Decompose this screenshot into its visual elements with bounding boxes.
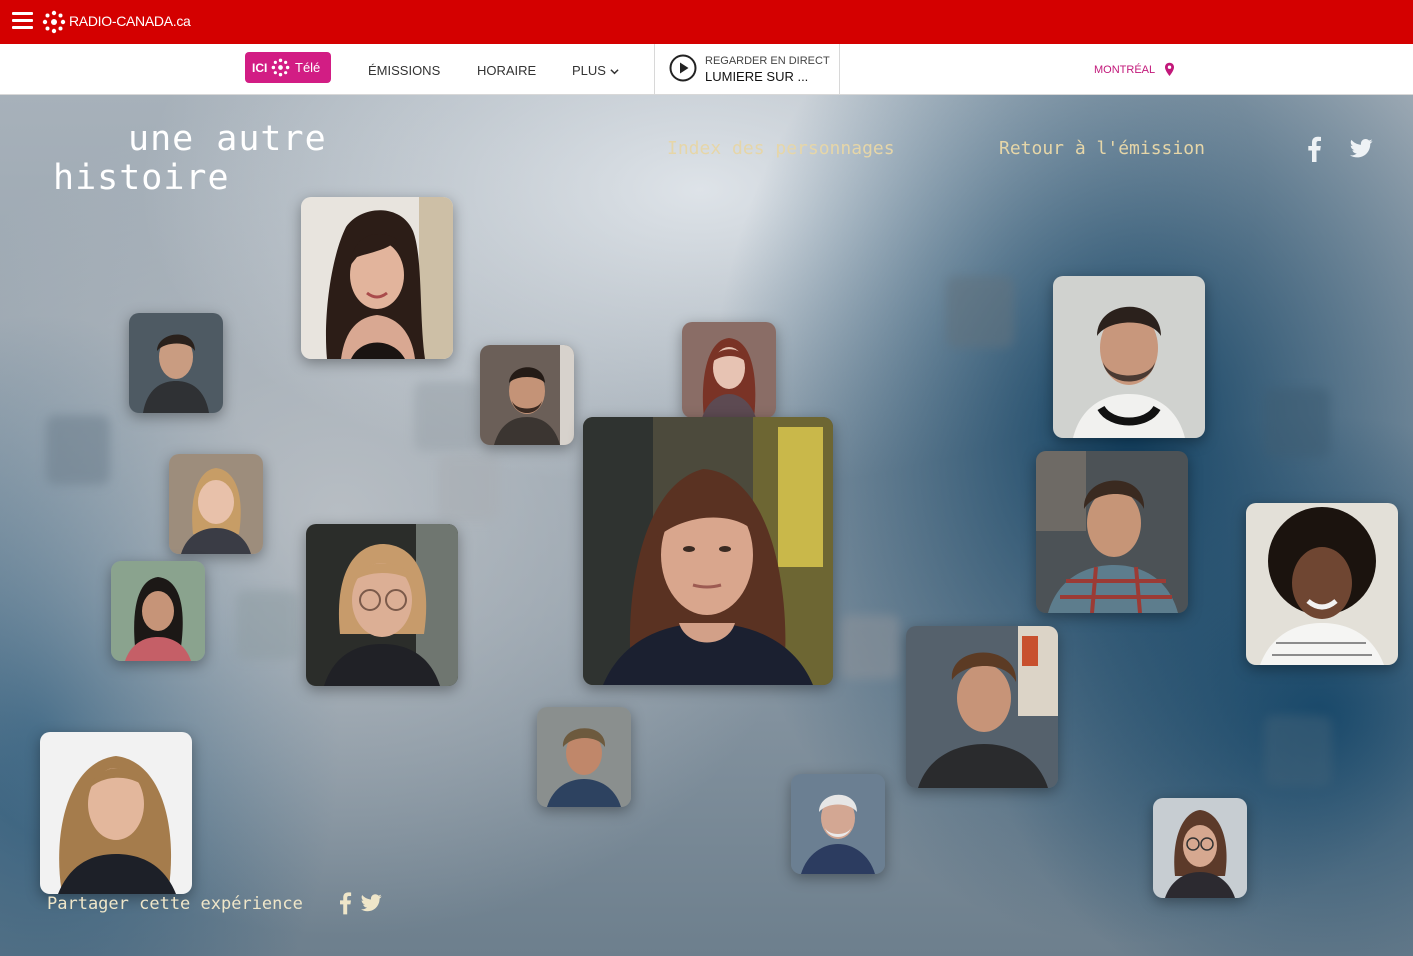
hamburger-menu-icon[interactable]: [12, 12, 33, 30]
character-portrait-woman-center-featured[interactable]: [583, 417, 833, 685]
portrait-image: [682, 322, 776, 418]
portrait-image: [1153, 798, 1247, 898]
facebook-icon[interactable]: [338, 891, 352, 915]
live-label: REGARDER EN DIRECT: [705, 55, 830, 67]
portrait-image: [906, 626, 1058, 788]
site-name[interactable]: RADIO-CANADA.ca: [69, 13, 191, 29]
ghost-tile: [236, 590, 298, 660]
live-show-name: LUMIERE SUR ...: [705, 69, 809, 84]
hero-stage: une autre histoire Index des personnages…: [0, 95, 1413, 956]
ghost-tile: [1264, 715, 1332, 787]
location-pin-icon[interactable]: [1164, 62, 1175, 77]
city-selector[interactable]: MONTRÉAL: [1094, 64, 1155, 76]
show-title-line1: une autre: [128, 119, 327, 159]
portrait-image: [583, 417, 833, 685]
character-portrait-man-messy-hair[interactable]: [906, 626, 1058, 788]
share-experience-label: Partager cette expérience: [47, 894, 303, 914]
ici-tele-logo[interactable]: ICI Télé: [245, 52, 331, 83]
character-portrait-woman-blonde-long[interactable]: [40, 732, 192, 894]
play-circle-icon: [669, 54, 697, 82]
ghost-tile: [1264, 388, 1330, 458]
portrait-image: [129, 313, 223, 413]
chevron-down-icon: [610, 69, 619, 75]
ghost-tile: [46, 415, 110, 485]
radio-canada-gem-icon[interactable]: [42, 10, 66, 34]
character-portrait-man-older-scruffy[interactable]: [537, 707, 631, 807]
character-portrait-girl-dark-hair[interactable]: [111, 561, 205, 661]
top-bar: RADIO-CANADA.ca: [0, 0, 1413, 44]
twitter-icon[interactable]: [1350, 139, 1373, 158]
character-portrait-woman-red-glasses[interactable]: [306, 524, 458, 686]
portrait-image: [1053, 276, 1205, 438]
portrait-image: [169, 454, 263, 554]
main-nav: ICI Télé ÉMISSIONS HORAIRE PLUS REGARDER…: [0, 44, 1413, 95]
ghost-tile: [414, 381, 478, 451]
character-portrait-woman-blonde-round[interactable]: [169, 454, 263, 554]
nav-item-emissions[interactable]: ÉMISSIONS: [368, 63, 440, 78]
portrait-image: [301, 197, 453, 359]
portrait-image: [480, 345, 574, 445]
portrait-image: [111, 561, 205, 661]
character-portrait-man-white-hair[interactable]: [791, 774, 885, 874]
nav-item-plus-label: PLUS: [572, 63, 606, 78]
character-portrait-young-woman-red-hair[interactable]: [682, 322, 776, 418]
portrait-image: [791, 774, 885, 874]
show-title-line2: histoire: [53, 158, 230, 198]
brand-name: Télé: [295, 60, 321, 75]
character-index-link[interactable]: Index des personnages: [667, 138, 895, 159]
character-portrait-woman-curly-hair[interactable]: [1246, 503, 1398, 665]
ghost-tile: [840, 615, 900, 679]
watch-live-button[interactable]: REGARDER EN DIRECT LUMIERE SUR ...: [654, 44, 840, 94]
portrait-image: [1246, 503, 1398, 665]
character-portrait-woman-dark-hair-smiling[interactable]: [301, 197, 453, 359]
back-to-show-link[interactable]: Retour à l'émission: [999, 138, 1205, 159]
character-portrait-man-dark-hair[interactable]: [129, 313, 223, 413]
character-portrait-young-man-plaid[interactable]: [1036, 451, 1188, 613]
portrait-image: [537, 707, 631, 807]
ghost-tile: [438, 455, 500, 521]
nav-item-plus[interactable]: PLUS: [572, 63, 619, 78]
portrait-image: [1036, 451, 1188, 613]
facebook-icon[interactable]: [1306, 136, 1322, 162]
twitter-icon[interactable]: [361, 894, 382, 912]
portrait-image: [40, 732, 192, 894]
character-portrait-man-beard-short-hair[interactable]: [480, 345, 574, 445]
portrait-image: [306, 524, 458, 686]
nav-item-horaire[interactable]: HORAIRE: [477, 63, 536, 78]
character-portrait-man-stubble-grey[interactable]: [1053, 276, 1205, 438]
ghost-tile: [946, 276, 1014, 348]
gem-icon: [271, 58, 290, 77]
brand-prefix: ICI: [252, 61, 268, 75]
character-portrait-woman-glasses-short[interactable]: [1153, 798, 1247, 898]
